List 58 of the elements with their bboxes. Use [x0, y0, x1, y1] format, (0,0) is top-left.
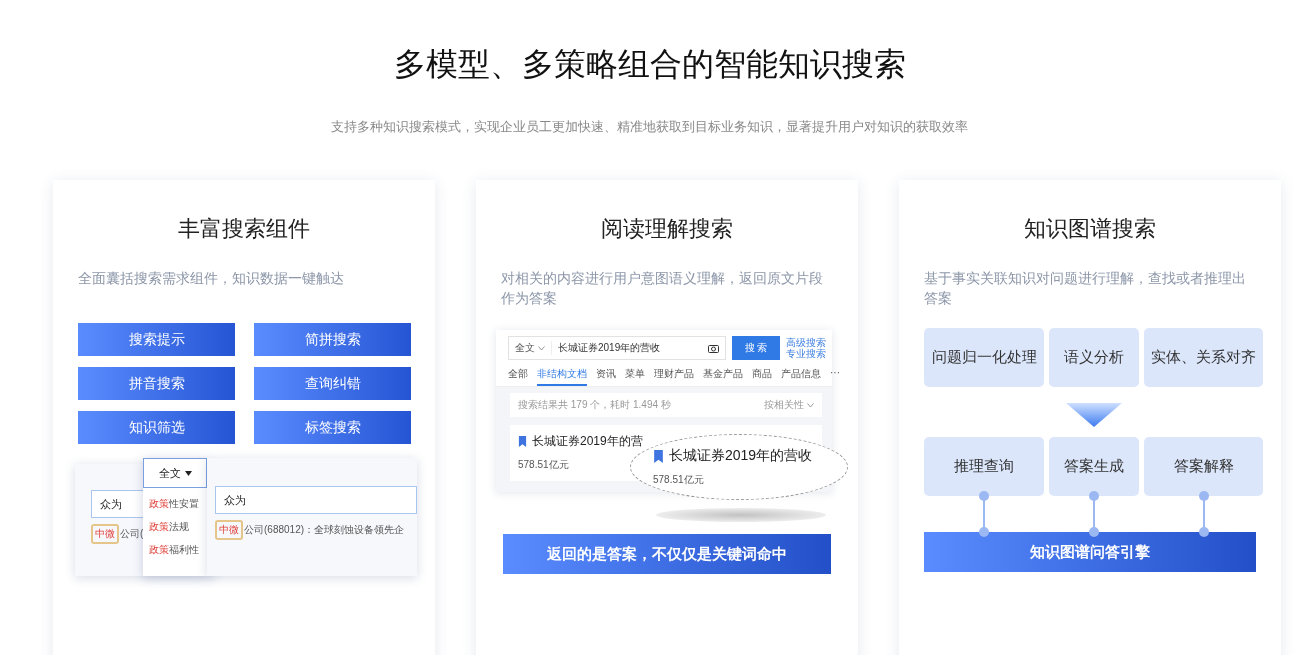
result-title: 长城证券2019年的营收	[669, 447, 813, 465]
card-title: 知识图谱搜索	[1023, 215, 1157, 243]
connector	[1198, 491, 1209, 537]
search-field[interactable]: 众为	[215, 486, 417, 514]
result-answer: 578.51亿元	[518, 458, 570, 472]
category-tab[interactable]: ···	[830, 364, 840, 386]
chevron-down-icon	[538, 346, 545, 351]
category-tab[interactable]: 理财产品	[654, 364, 694, 386]
result-title[interactable]: 长城证券2019年的营	[532, 433, 643, 450]
category-tab[interactable]: 商品	[752, 364, 772, 386]
feature-button[interactable]: 知识筛选	[78, 411, 235, 444]
process-step: 答案生成	[1049, 437, 1139, 496]
camera-icon	[708, 343, 719, 353]
suggestion-text: 公司(688012)：全球刻蚀设备领先企	[244, 523, 405, 537]
caret-icon	[184, 470, 192, 476]
category-tab[interactable]: 全部	[508, 364, 528, 386]
feature-button[interactable]: 拼音搜索	[78, 367, 235, 400]
category-tab[interactable]: 基金产品	[703, 364, 743, 386]
highlighted-keyword: 中微	[215, 520, 243, 540]
search-link[interactable]: 高级搜索	[786, 337, 826, 348]
results-count: 搜索结果共 179 个，耗时 1.494 秒	[518, 398, 671, 412]
highlighted-keyword: 中微	[91, 524, 119, 544]
card-description: 基于事实关联知识对问题进行理解，查找或者推理出答案	[924, 269, 1247, 308]
category-tab[interactable]: 产品信息	[781, 364, 821, 386]
process-step: 答案解释	[1144, 437, 1263, 496]
process-step: 推理查询	[924, 437, 1044, 496]
category-tab[interactable]: 菜单	[625, 364, 645, 386]
feature-button[interactable]: 简拼搜索	[254, 323, 411, 356]
result-answer: 578.51亿元	[653, 473, 705, 487]
process-step: 实体、关系对齐	[1144, 328, 1263, 387]
search-field[interactable]: 全文 长城证券2019年的营收	[508, 336, 726, 360]
engine-banner: 知识图谱问答引擎	[924, 532, 1256, 572]
process-step: 语义分析	[1049, 328, 1139, 387]
page-subtitle: 支持多种知识搜索模式，实现企业员工更加快速、精准地获取到目标业务知识，显著提升用户对知识的获取效率	[331, 118, 968, 136]
feature-button[interactable]: 查询纠错	[254, 367, 411, 400]
card-title: 丰富搜索组件	[177, 215, 311, 243]
search-link[interactable]: 专业搜索	[786, 348, 826, 359]
card-description: 全面囊括搜索需求组件，知识数据一键触达	[78, 269, 345, 288]
connector	[979, 491, 989, 537]
answer-banner: 返回的是答案，不仅仅是关键词命中	[503, 534, 831, 574]
dropdown-item[interactable]: 政策福利性	[143, 534, 207, 557]
card-title: 阅读理解搜索	[600, 215, 734, 243]
feature-button[interactable]: 标签搜索	[254, 411, 411, 444]
feature-button[interactable]: 搜索提示	[78, 323, 235, 356]
chevron-down-icon	[807, 403, 814, 408]
suggestion-text: 公司(	[120, 527, 144, 541]
category-tab[interactable]: 资讯	[596, 364, 616, 386]
page-title: 多模型、多策略组合的智能知识搜索	[393, 45, 906, 84]
search-button[interactable]: 搜 索	[732, 336, 780, 360]
process-step: 问题归一化处理	[924, 328, 1044, 387]
document-icon	[518, 436, 527, 447]
scope-select[interactable]: 全文	[515, 341, 552, 355]
scope-select[interactable]: 全文	[143, 458, 207, 488]
document-icon	[653, 449, 664, 463]
dropdown-item[interactable]: 政策性安置	[143, 488, 207, 511]
connector	[1089, 491, 1099, 537]
card-description: 对相关的内容进行用户意图语义理解，返回原文片段作为答案	[501, 269, 824, 308]
down-arrow-icon	[1065, 403, 1122, 427]
